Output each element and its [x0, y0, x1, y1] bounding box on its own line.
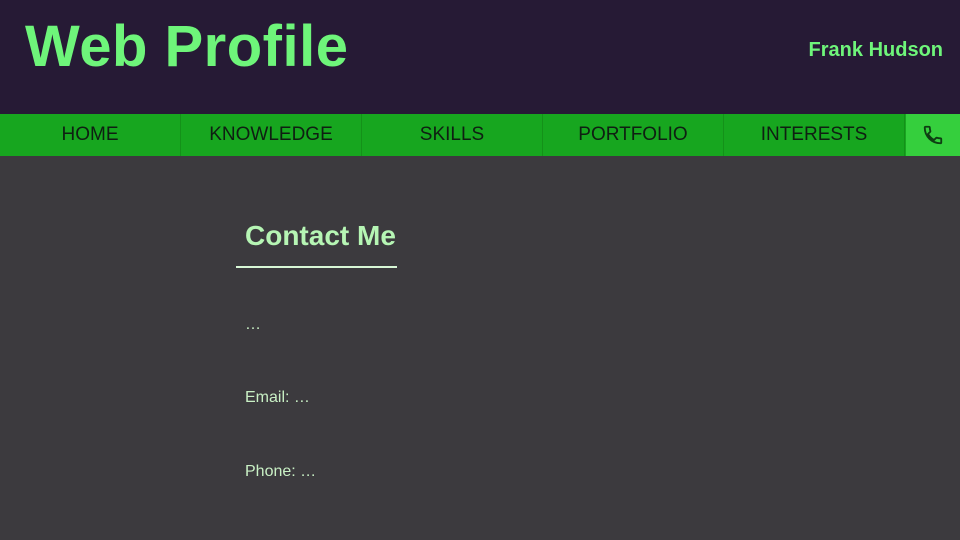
nav-item-interests[interactable]: INTERESTS — [724, 114, 905, 156]
contact-phone: Phone: … — [245, 463, 317, 480]
phone-icon — [923, 125, 943, 145]
contact-email: Email: … — [245, 389, 310, 406]
contact-intro: … — [245, 316, 261, 333]
nav-item-portfolio[interactable]: PORTFOLIO — [543, 114, 724, 156]
title-underline — [236, 266, 397, 268]
site-title: Web Profile — [25, 14, 349, 79]
nav-item-contact[interactable] — [906, 114, 960, 156]
nav-item-home[interactable]: HOME — [0, 114, 181, 156]
main-nav: HOME KNOWLEDGE SKILLS PORTFOLIO INTEREST… — [0, 114, 960, 156]
header: Web Profile Frank Hudson — [0, 0, 960, 114]
user-name: Frank Hudson — [808, 39, 943, 61]
section-title: Contact Me — [245, 220, 396, 251]
nav-item-skills[interactable]: SKILLS — [362, 114, 543, 156]
nav-item-knowledge[interactable]: KNOWLEDGE — [181, 114, 362, 156]
